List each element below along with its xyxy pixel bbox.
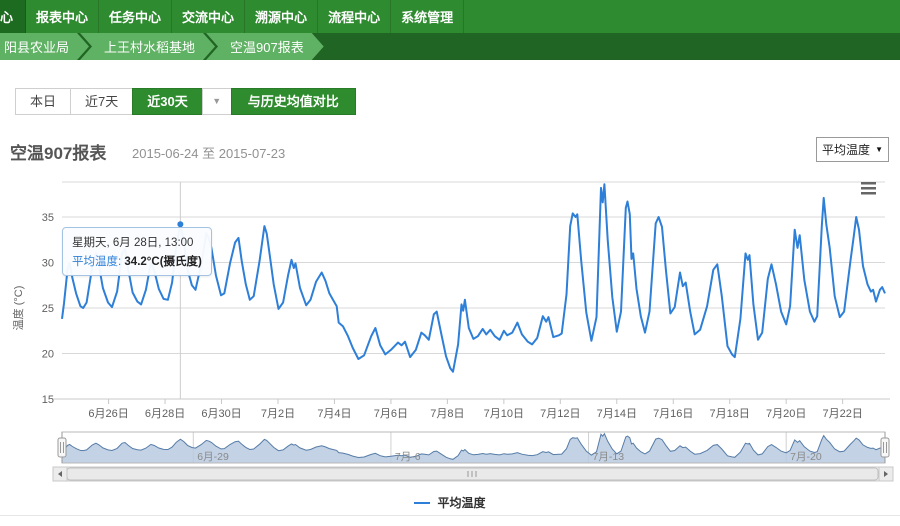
breadcrumb-item-base[interactable]: 上王村水稻基地	[80, 33, 215, 60]
x-tick-label: 7月12日	[540, 408, 580, 420]
metric-select-value: 平均温度	[822, 141, 870, 158]
x-tick-label: 6月28日	[145, 408, 185, 420]
range-button-30days[interactable]: 近30天	[132, 88, 202, 115]
x-tick-label: 7月6日	[374, 408, 408, 420]
top-nav: 中心 报表中心 任务中心 交流中心 溯源中心 流程中心 系统管理	[0, 0, 900, 33]
x-tick-label: 7月20日	[766, 408, 806, 420]
nav-item-active-clipped[interactable]: 中心	[0, 0, 26, 33]
page: 中心 报表中心 任务中心 交流中心 溯源中心 流程中心 系统管理 阳县农业局 上…	[0, 0, 900, 526]
x-tick-label: 6月26日	[88, 408, 128, 420]
series-line-avg-temp[interactable]	[62, 184, 885, 372]
nav-item-exchange-center[interactable]: 交流中心	[172, 0, 245, 33]
x-tick-label: 7月14日	[597, 408, 637, 420]
chart-tooltip: 星期天, 6月 28日, 13:00 平均温度: 34.2°C(摄氏度)	[62, 227, 212, 276]
navigator-tick-label: 6月-29	[197, 451, 229, 463]
navigator-area[interactable]	[62, 434, 885, 463]
scrollbar-left-arrow-button[interactable]	[53, 467, 67, 481]
y-tick-label: 15	[42, 394, 54, 406]
chart-menu-icon[interactable]	[861, 182, 876, 195]
navigator-tick-label: 7月-13	[593, 451, 625, 463]
tooltip-value: 34.2°C(摄氏度)	[124, 256, 201, 268]
nav-item-trace-center[interactable]: 溯源中心	[245, 0, 318, 33]
y-axis-title: 温度 (°C)	[11, 286, 25, 331]
x-tick-label: 7月16日	[653, 408, 693, 420]
x-tick-label: 7月22日	[822, 408, 862, 420]
nav-item-system-admin[interactable]: 系统管理	[391, 0, 464, 33]
nav-item-task-center[interactable]: 任务中心	[99, 0, 172, 33]
range-button-7days[interactable]: 近7天	[70, 88, 133, 115]
x-tick-label: 7月8日	[430, 408, 464, 420]
y-tick-label: 30	[42, 258, 54, 270]
panel-bottom-divider	[0, 515, 900, 516]
x-tick-label: 7月18日	[710, 408, 750, 420]
nav-item-report-center[interactable]: 报表中心	[26, 0, 99, 33]
date-range-text: 2015-06-24 至 2015-07-23	[132, 143, 285, 162]
page-title: 空温907报表	[10, 139, 106, 164]
y-tick-label: 25	[42, 303, 54, 315]
range-toolbar: 本日 近7天 近30天 ▼ 与历史均值对比	[15, 88, 356, 115]
chevron-down-icon: ▼	[875, 145, 883, 154]
x-tick-label: 6月30日	[201, 408, 241, 420]
chevron-down-icon: ▼	[212, 96, 221, 106]
nav-item-flow-center[interactable]: 流程中心	[318, 0, 391, 33]
compare-history-button[interactable]: 与历史均值对比	[231, 88, 356, 115]
breadcrumb-item-report[interactable]: 空温907报表	[206, 33, 324, 60]
navigator-tick-label: 7月-6	[395, 451, 421, 463]
breadcrumb: 阳县农业局 上王村水稻基地 空温907报表	[0, 33, 900, 60]
x-tick-label: 7月4日	[317, 408, 351, 420]
legend-line-marker	[414, 502, 430, 504]
y-tick-label: 20	[42, 349, 54, 361]
range-button-today[interactable]: 本日	[15, 88, 71, 115]
range-dropdown-caret-button[interactable]: ▼	[202, 88, 232, 115]
legend-label: 平均温度	[437, 494, 485, 511]
tooltip-datetime: 星期天, 6月 28日, 13:00	[72, 234, 202, 250]
scrollbar-right-arrow-button[interactable]	[879, 467, 893, 481]
metric-select[interactable]: 平均温度 ▼	[816, 137, 889, 162]
x-tick-label: 7月10日	[484, 408, 524, 420]
navigator-tick-label: 7月-20	[790, 451, 822, 463]
y-tick-label: 35	[42, 212, 54, 224]
tooltip-series-label: 平均温度:	[72, 256, 121, 268]
chart-legend[interactable]: 平均温度	[0, 494, 900, 511]
x-tick-label: 7月2日	[261, 408, 295, 420]
temperature-chart[interactable]: 15 20 25 30 35 温度 (°C) 6月26日 6月28日 6月30日 7月2日 7月4日…	[0, 170, 900, 526]
nav-item-label: 中心	[0, 7, 13, 26]
breadcrumb-item-bureau[interactable]: 阳县农业局	[0, 33, 89, 60]
